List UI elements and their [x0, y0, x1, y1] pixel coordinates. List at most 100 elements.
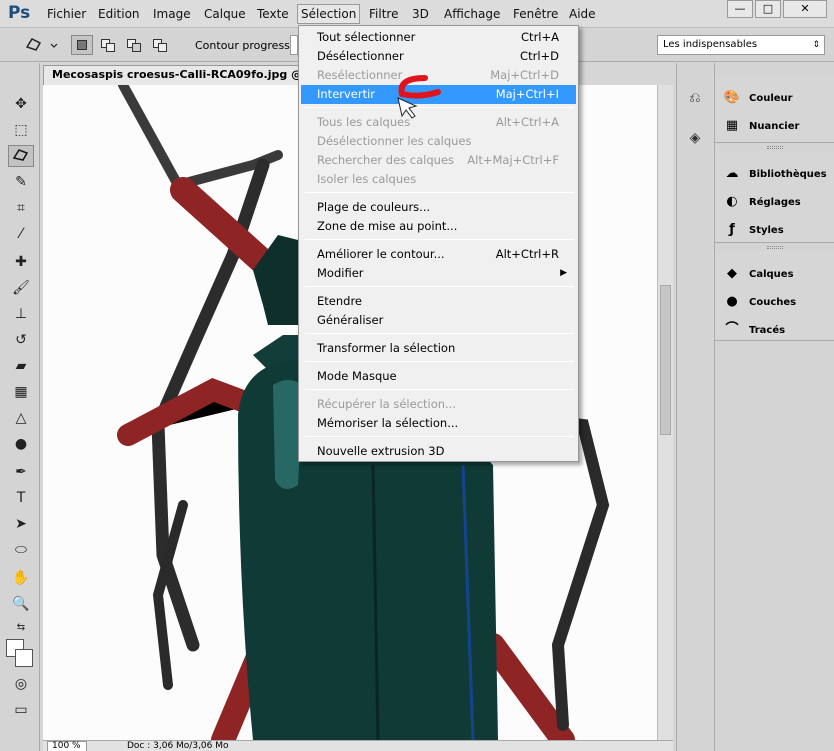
- path-selection-tool-icon[interactable]: ➤: [8, 513, 34, 535]
- menu-3d[interactable]: 3D: [409, 5, 432, 23]
- menu-item-label: Désélectionner les calques: [317, 134, 472, 148]
- zoom-level-input[interactable]: 100 %: [47, 741, 87, 751]
- screen-mode-icon[interactable]: ▭: [8, 699, 34, 721]
- menu-item[interactable]: Tout sélectionner Ctrl+A: [301, 28, 576, 47]
- adjustment-icon: ◐: [726, 194, 738, 209]
- panel-tab-calques[interactable]: ◆ Calques: [723, 265, 794, 285]
- menu-item: Désélectionner les calques: [301, 132, 576, 151]
- menu-item[interactable]: Désélectionner Ctrl+D: [301, 47, 576, 66]
- quick-mask-icon[interactable]: ◎: [8, 673, 34, 695]
- document-info[interactable]: Doc : 3,06 Mo/3,06 Mo: [127, 741, 229, 751]
- panel-grip-icon[interactable]: [767, 146, 783, 149]
- eyedropper-tool-icon[interactable]: ⁄: [8, 223, 34, 245]
- menu-calque[interactable]: Calque: [201, 5, 249, 23]
- move-tool-icon[interactable]: ✥: [8, 93, 34, 115]
- menu-separator: [305, 107, 574, 108]
- menu-separator: [305, 286, 574, 287]
- menu-item-label: Récupérer la sélection...: [317, 397, 457, 411]
- menu-item[interactable]: Améliorer le contour... Alt+Ctrl+R: [301, 245, 576, 264]
- lasso-tool-preset-icon[interactable]: [22, 35, 58, 55]
- menu-item-label: Désélectionner: [317, 49, 404, 63]
- menu-affichage[interactable]: Affichage: [441, 5, 503, 23]
- tools-panel: ✥ ⬚ ✎ ⌗ ⁄ ✚ 🖌 ⊥ ↺ ▰ ▦ △ ● ✒ T ➤ ⬭ ✋ 🔍 ⇆ …: [0, 63, 40, 751]
- menu-item-label: Tout sélectionner: [317, 30, 416, 44]
- vertical-scrollbar[interactable]: [657, 85, 673, 740]
- document-tab[interactable]: Mecosaspis croesus-Calli-RCA09fo.jpg @ 1…: [43, 65, 299, 85]
- lasso-tool-icon[interactable]: [8, 145, 34, 167]
- 3d-panel-icon[interactable]: ◈: [683, 127, 707, 149]
- menu-item[interactable]: Etendre: [301, 292, 576, 311]
- menu-item[interactable]: Transformer la sélection: [301, 339, 576, 358]
- hand-tool-icon[interactable]: ✋: [8, 567, 34, 589]
- pen-tool-icon[interactable]: ✒: [8, 461, 34, 483]
- menu-bar: Ps Fichier Edition Image Calque Texte Sélecti…: [0, 0, 834, 28]
- menu-filtre[interactable]: Filtre: [366, 5, 401, 23]
- menu-separator: [305, 239, 574, 240]
- menu-item-shortcut: Alt+Maj+Ctrl+F: [467, 153, 559, 167]
- menu-item[interactable]: Zone de mise au point...: [301, 217, 576, 236]
- history-brush-tool-icon[interactable]: ↺: [8, 329, 34, 351]
- ellipse-tool-icon[interactable]: ⬭: [8, 539, 34, 561]
- menu-item[interactable]: Mémoriser la sélection...: [301, 414, 576, 433]
- panel-tab-label: Nuancier: [749, 121, 800, 132]
- scrollbar-thumb[interactable]: [660, 285, 671, 435]
- panel-tab-reglages[interactable]: ◐ Réglages: [723, 193, 800, 213]
- status-bar: 100 % Doc : 3,06 Mo/3,06 Mo: [43, 740, 673, 751]
- blur-tool-icon[interactable]: △: [8, 407, 34, 429]
- layers-icon: ◆: [727, 266, 737, 281]
- panel-tab-bibliotheques[interactable]: ☁ Bibliothèques: [723, 165, 827, 185]
- subtract-from-selection-button[interactable]: [123, 35, 145, 55]
- panel-tab-nuancier[interactable]: ▦ Nuancier: [723, 117, 800, 137]
- clone-stamp-tool-icon[interactable]: ⊥: [8, 303, 34, 325]
- panel-grip-icon[interactable]: [767, 246, 783, 249]
- menu-item[interactable]: Modifier ▶: [301, 264, 576, 283]
- maximize-button[interactable]: □: [755, 0, 781, 18]
- background-color-swatch[interactable]: [15, 649, 33, 667]
- cloud-icon: ☁: [725, 166, 739, 181]
- menu-item[interactable]: Nouvelle extrusion 3D: [301, 442, 576, 461]
- menu-item-shortcut: Maj+Ctrl+I: [495, 87, 559, 101]
- menu-selection[interactable]: Sélection: [297, 4, 361, 24]
- menu-item[interactable]: Intervertir Maj+Ctrl+I: [301, 85, 576, 104]
- swap-colors-icon[interactable]: ⇆: [8, 617, 34, 639]
- menu-item: Tous les calques Alt+Ctrl+A: [301, 113, 576, 132]
- quick-selection-tool-icon[interactable]: ✎: [8, 171, 34, 193]
- intersect-selection-button[interactable]: [149, 35, 171, 55]
- submenu-arrow-icon: ▶: [560, 268, 567, 278]
- marquee-tool-icon[interactable]: ⬚: [8, 119, 34, 141]
- new-selection-button[interactable]: [71, 35, 93, 55]
- menu-item-label: Rechercher des calques: [317, 153, 455, 167]
- menu-fichier[interactable]: Fichier: [44, 5, 89, 23]
- add-to-selection-button[interactable]: [97, 35, 119, 55]
- menu-image[interactable]: Image: [150, 5, 194, 23]
- paths-icon: ⌒: [725, 322, 739, 337]
- healing-brush-tool-icon[interactable]: ✚: [8, 251, 34, 273]
- panel-tab-couches[interactable]: ● Couches: [723, 293, 796, 313]
- type-tool-icon[interactable]: T: [8, 487, 34, 509]
- menu-texte[interactable]: Texte: [254, 5, 292, 23]
- menu-item-shortcut: Ctrl+A: [521, 30, 559, 44]
- menu-item-label: Améliorer le contour...: [317, 247, 445, 261]
- panel-tab-styles[interactable]: ƒ Styles: [723, 221, 784, 241]
- panel-tab-couleur[interactable]: 🎨 Couleur: [723, 89, 793, 109]
- menu-item[interactable]: Plage de couleurs...: [301, 198, 576, 217]
- feather-input[interactable]: [290, 35, 298, 55]
- panel-tab-traces[interactable]: ⌒ Tracés: [723, 321, 785, 341]
- menu-item[interactable]: Mode Masque: [301, 367, 576, 386]
- minimize-button[interactable]: —: [727, 0, 753, 18]
- crop-tool-icon[interactable]: ⌗: [8, 197, 34, 219]
- gradient-tool-icon[interactable]: ▦: [8, 381, 34, 403]
- menu-fenetre[interactable]: Fenêtre: [510, 5, 561, 23]
- workspace-value: Les indispensables: [663, 39, 758, 50]
- eraser-tool-icon[interactable]: ▰: [8, 355, 34, 377]
- history-panel-icon[interactable]: ⎌: [683, 87, 707, 109]
- menu-item[interactable]: Généraliser: [301, 311, 576, 330]
- grid-icon: ▦: [725, 118, 739, 133]
- menu-edition[interactable]: Edition: [95, 5, 143, 23]
- zoom-tool-icon[interactable]: 🔍: [8, 593, 34, 615]
- close-button[interactable]: ✕: [783, 0, 827, 18]
- menu-aide[interactable]: Aide: [566, 5, 599, 23]
- workspace-select[interactable]: Les indispensables ⇕: [657, 35, 825, 55]
- dodge-tool-icon[interactable]: ●: [8, 433, 34, 455]
- brush-tool-icon[interactable]: 🖌: [8, 277, 34, 299]
